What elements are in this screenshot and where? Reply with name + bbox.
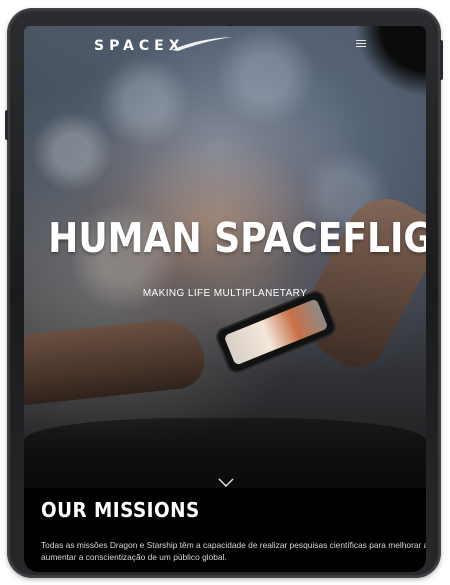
missions-description-line-1: Todas as missões Dragon e Starship têm a… — [41, 540, 426, 550]
hamburger-menu-icon[interactable] — [356, 40, 366, 50]
logo-swoosh-icon — [172, 37, 232, 51]
hero-background-shadow — [356, 26, 426, 96]
volume-button — [5, 110, 8, 140]
hero-subtitle: MAKING LIFE MULTIPLANETARY — [142, 288, 308, 299]
missions-description: Todas as missões Dragon e Starship têm a… — [41, 539, 426, 563]
missions-description-line-2: aumentar a conscientização de um público… — [41, 552, 227, 562]
power-button — [440, 40, 443, 80]
tablet-screen: SPACEX HUMAN SPACEFLIGHT MAKING LIFE MUL… — [24, 26, 426, 572]
missions-title: OUR MISSIONS — [41, 498, 200, 522]
chevron-down-icon[interactable] — [218, 478, 234, 488]
hero-title: HUMAN SPACEFLIGHT — [48, 214, 426, 262]
